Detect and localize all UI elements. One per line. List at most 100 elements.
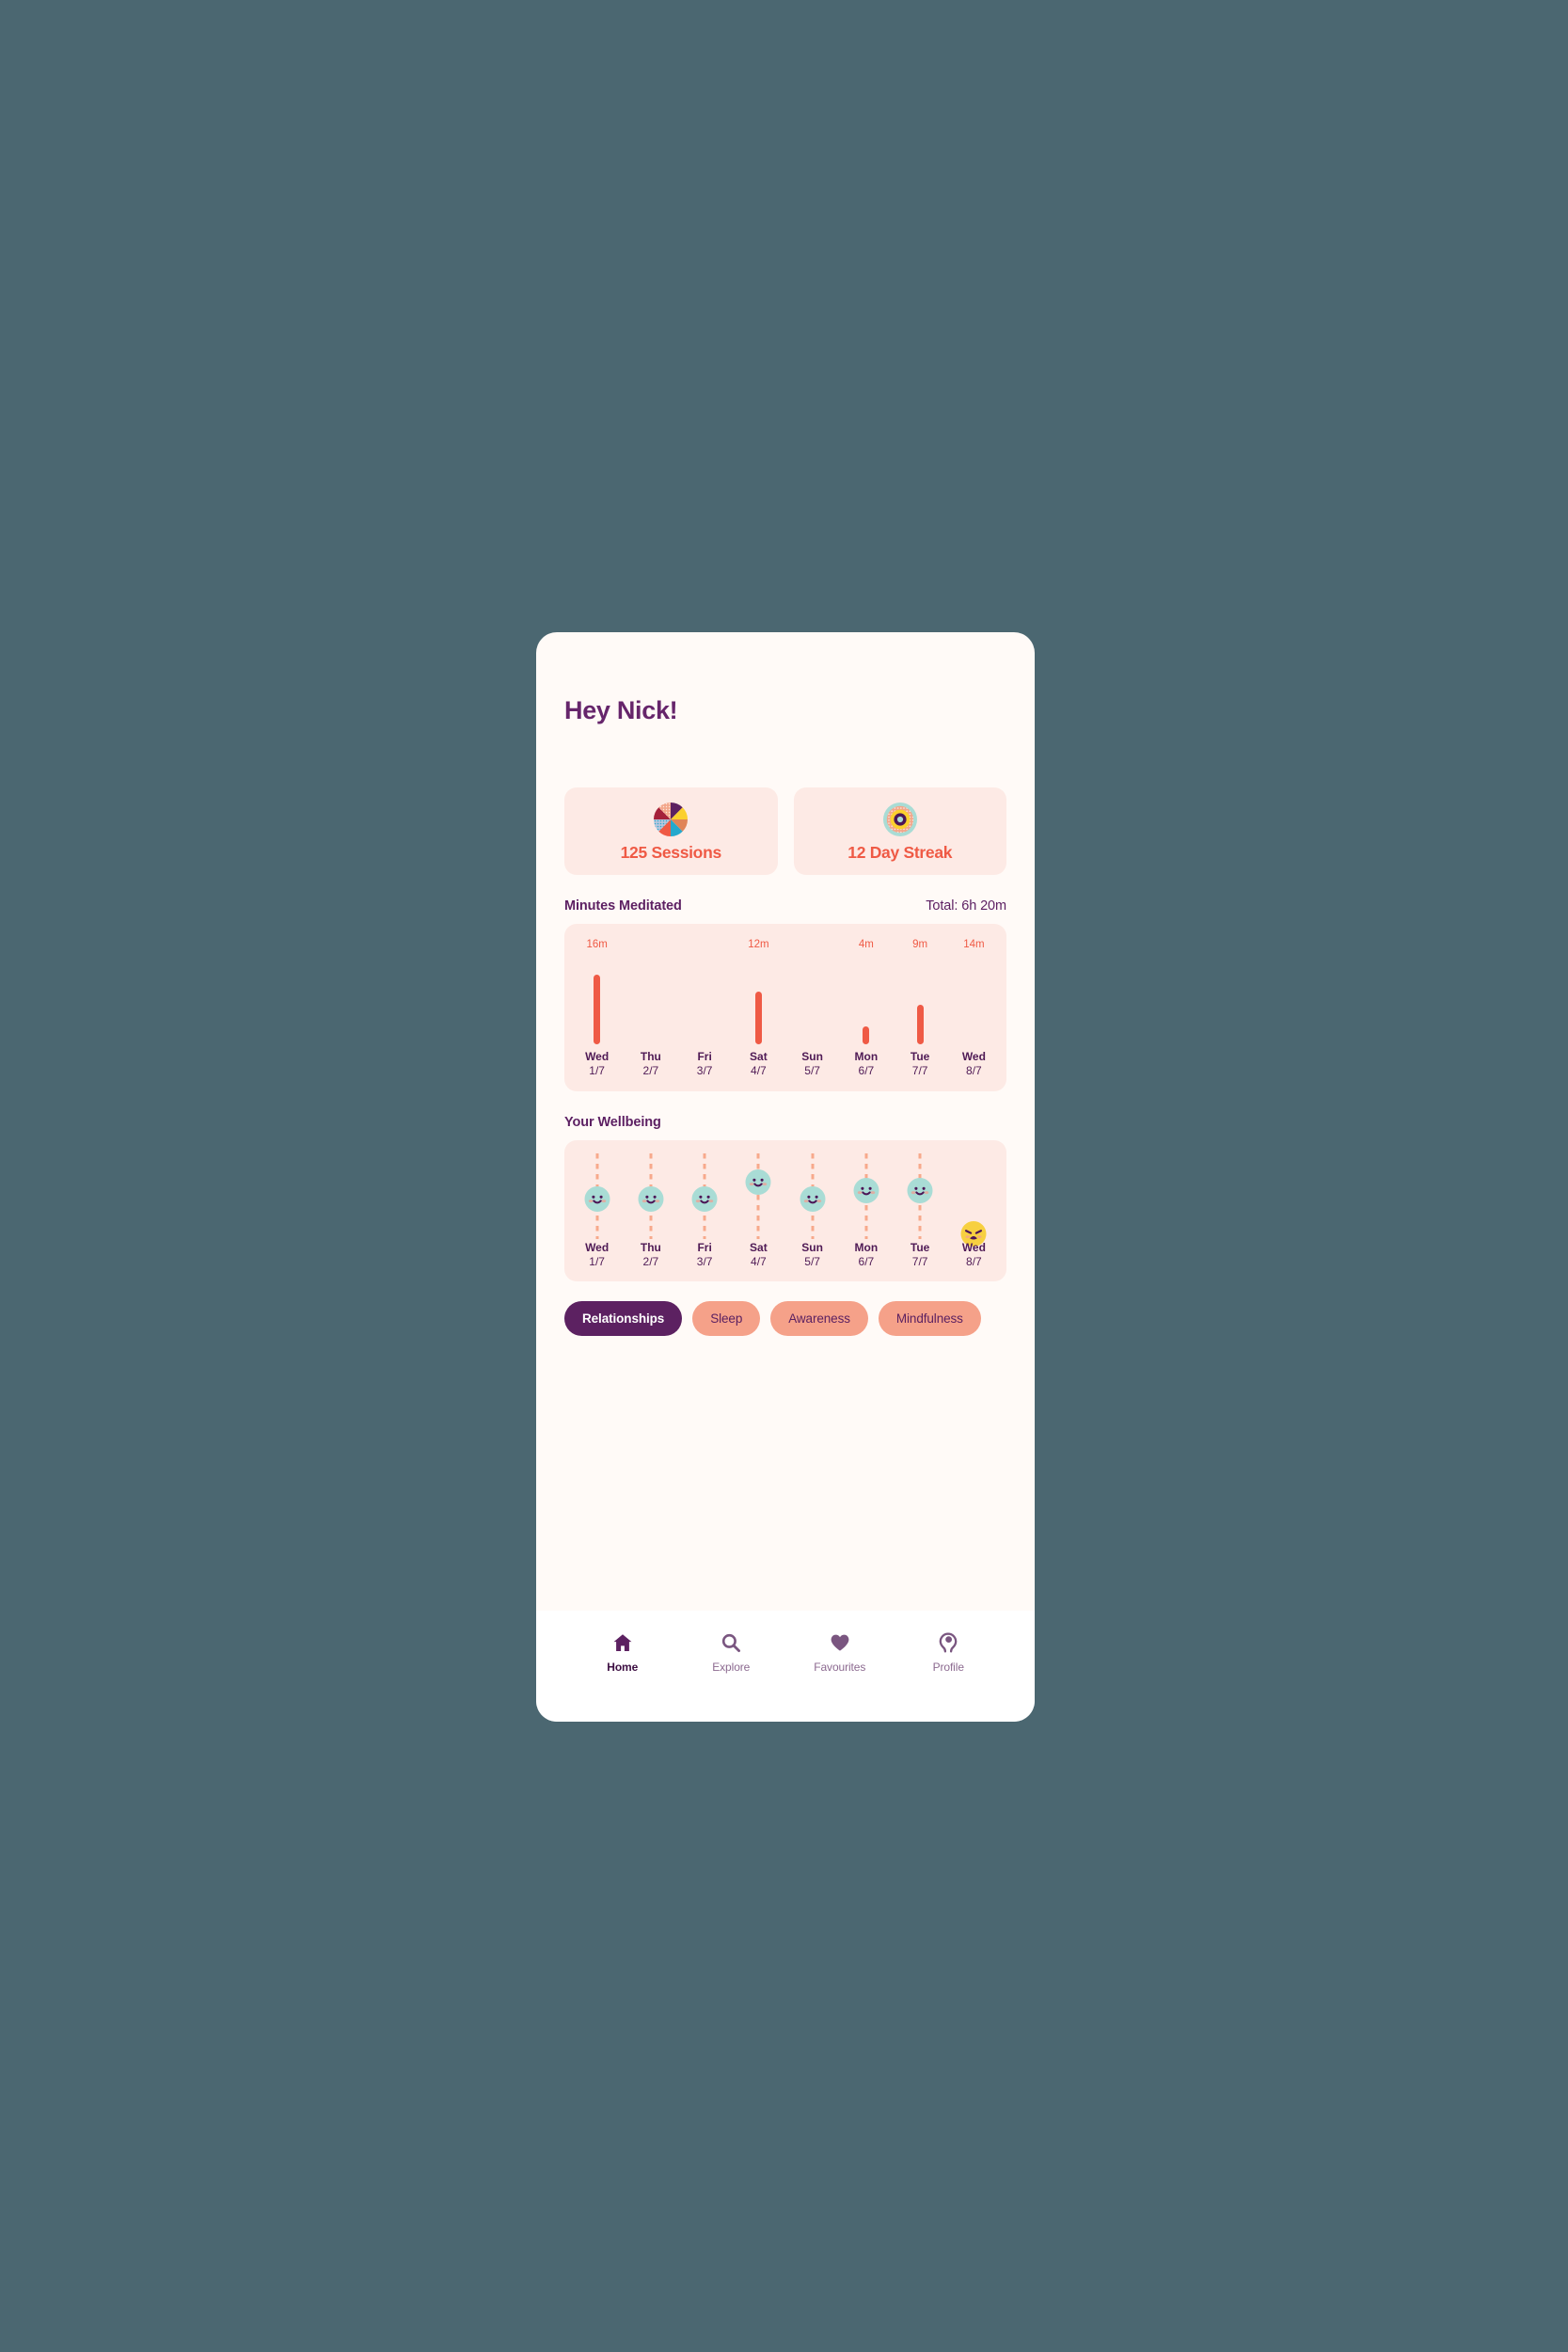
wellbeing-column: Mon 6/7: [839, 1140, 893, 1281]
minutes-date-label: 7/7: [911, 1064, 928, 1077]
home-icon: [611, 1631, 634, 1654]
minutes-date-label: 3/7: [696, 1064, 713, 1077]
wellbeing-axis-labels: Fri 3/7: [678, 1241, 732, 1269]
wellbeing-axis-labels: Thu 2/7: [624, 1241, 677, 1269]
minutes-bar: [594, 975, 601, 1044]
minutes-date-label: 1/7: [589, 1064, 605, 1077]
wellbeing-section-title: Your Wellbeing: [564, 1115, 661, 1130]
wellbeing-date-label: 4/7: [751, 1255, 767, 1268]
stat-card-streak[interactable]: 12 Day Streak: [793, 787, 1006, 875]
stat-card-row: 125 Sessions 12 Day Streak: [564, 787, 1006, 875]
wellbeing-mood-face-happy[interactable]: [800, 1186, 826, 1212]
wellbeing-mood-face-happy[interactable]: [853, 1178, 879, 1203]
pie-chart-icon: [652, 801, 689, 838]
category-pill-label: Mindfulness: [895, 1311, 963, 1326]
nav-item-profile[interactable]: Profile: [895, 1631, 1004, 1674]
stat-card-streak-label: 12 Day Streak: [847, 842, 953, 862]
screenshot-stage: Hey Nick! 125 Sessions 12 Day Streak Min…: [0, 0, 1568, 2352]
wellbeing-axis-labels: Wed 1/7: [570, 1241, 624, 1269]
wellbeing-day-label: Wed: [961, 1241, 986, 1254]
wellbeing-day-label: Tue: [910, 1241, 930, 1254]
nav-item-home[interactable]: Home: [568, 1631, 677, 1674]
wellbeing-mood-face-happy[interactable]: [691, 1186, 718, 1212]
wellbeing-mood-face-happy[interactable]: [584, 1186, 610, 1212]
minutes-day-label: Tue: [910, 1050, 930, 1063]
nav-item-label: Profile: [932, 1661, 964, 1674]
nav-item-label: Home: [607, 1661, 639, 1674]
wellbeing-date-label: 5/7: [804, 1255, 820, 1268]
stat-card-sessions[interactable]: 125 Sessions: [564, 787, 778, 875]
wellbeing-axis-labels: Wed 8/7: [947, 1241, 1001, 1269]
minutes-bar-column: 4m Mon 6/7: [839, 924, 893, 1091]
phone-frame: Hey Nick! 125 Sessions 12 Day Streak Min…: [536, 632, 1035, 1722]
category-pill-mindfulness[interactable]: Mindfulness: [878, 1301, 981, 1336]
nav-item-label: Favourites: [814, 1661, 866, 1674]
minutes-bar-zone: [678, 951, 732, 1050]
bottom-navigation: Home Explore Favourites Profile: [536, 1611, 1035, 1722]
wellbeing-date-label: 2/7: [642, 1255, 659, 1268]
wellbeing-day-label: Sun: [801, 1241, 823, 1254]
category-pill-relationships[interactable]: Relationships: [564, 1301, 683, 1336]
minutes-day-label: Sat: [750, 1050, 768, 1063]
category-pill-sleep[interactable]: Sleep: [692, 1301, 761, 1336]
minutes-bar-chart: 16m Wed 1/7 Thu 2/7 Fri 3/7 12m Sat 4/7 Sun 5/7 4m Mo…: [564, 924, 1006, 1091]
category-pill-label: Awareness: [788, 1311, 850, 1326]
minutes-bar-column: 12m Sat 4/7: [732, 924, 785, 1091]
minutes-day-label: Wed: [961, 1050, 986, 1063]
nav-item-explore[interactable]: Explore: [677, 1631, 786, 1674]
minutes-bar-zone: [570, 951, 624, 1050]
app-content: Hey Nick! 125 Sessions 12 Day Streak Min…: [536, 632, 1035, 1611]
minutes-day-label: Wed: [585, 1050, 610, 1063]
minutes-bar-column: Thu 2/7: [624, 924, 677, 1091]
minutes-bar-column: 14m Wed 8/7: [947, 924, 1001, 1091]
wellbeing-section-header: Your Wellbeing: [564, 1115, 1006, 1130]
wellbeing-column: Wed 1/7: [570, 1140, 624, 1281]
minutes-bar: [754, 992, 762, 1044]
minutes-bar-zone: [839, 951, 893, 1050]
wellbeing-column: Sun 5/7: [785, 1140, 839, 1281]
minutes-date-label: 2/7: [642, 1064, 659, 1077]
nav-item-label: Explore: [712, 1661, 751, 1674]
minutes-date-label: 5/7: [804, 1064, 820, 1077]
minutes-value-label: 16m: [586, 939, 608, 950]
minutes-date-label: 4/7: [751, 1064, 767, 1077]
wellbeing-axis-labels: Sun 5/7: [785, 1241, 839, 1269]
wellbeing-day-label: Fri: [697, 1241, 712, 1254]
wellbeing-column: Wed 8/7: [947, 1140, 1001, 1281]
minutes-total-label: Total: 6h 20m: [926, 898, 1006, 914]
category-pill-awareness[interactable]: Awareness: [770, 1301, 868, 1336]
minutes-bar-column: Fri 3/7: [678, 924, 732, 1091]
stat-card-sessions-label: 125 Sessions: [620, 842, 722, 862]
wellbeing-mood-face-happy[interactable]: [638, 1186, 664, 1212]
profile-icon: [937, 1631, 959, 1654]
wellbeing-column: Thu 2/7: [624, 1140, 677, 1281]
minutes-bar-zone: [624, 951, 677, 1050]
wellbeing-day-label: Sat: [750, 1241, 768, 1254]
wellbeing-mood-face-happy[interactable]: [907, 1178, 933, 1203]
minutes-bar-zone: [894, 951, 947, 1050]
minutes-day-label: Sun: [801, 1050, 823, 1063]
wellbeing-column: Tue 7/7: [894, 1140, 947, 1281]
nav-item-favourites[interactable]: Favourites: [785, 1631, 895, 1674]
category-pill-label: Relationships: [582, 1311, 665, 1326]
wellbeing-dotted-track: [756, 1153, 760, 1239]
minutes-section-title: Minutes Meditated: [564, 898, 682, 914]
minutes-bar-column: Sun 5/7: [785, 924, 839, 1091]
wellbeing-mood-face-happy[interactable]: [745, 1169, 771, 1195]
heart-icon: [829, 1631, 851, 1654]
page-title: Hey Nick!: [564, 696, 678, 724]
wellbeing-day-label: Mon: [854, 1241, 879, 1254]
minutes-date-label: 6/7: [858, 1064, 875, 1077]
minutes-value-label: 12m: [748, 939, 769, 950]
minutes-value-label: 14m: [963, 939, 985, 950]
wellbeing-column: Sat 4/7: [732, 1140, 785, 1281]
minutes-bar-column: 9m Tue 7/7: [894, 924, 947, 1091]
wellbeing-date-label: 3/7: [696, 1255, 713, 1268]
minutes-date-label: 8/7: [966, 1064, 982, 1077]
wellbeing-axis-labels: Mon 6/7: [839, 1241, 893, 1269]
target-rings-icon: [881, 801, 919, 838]
wellbeing-day-label: Wed: [585, 1241, 610, 1254]
minutes-value-label: 4m: [858, 939, 874, 950]
wellbeing-axis-labels: Sat 4/7: [732, 1241, 785, 1269]
minutes-bar: [863, 1026, 870, 1044]
